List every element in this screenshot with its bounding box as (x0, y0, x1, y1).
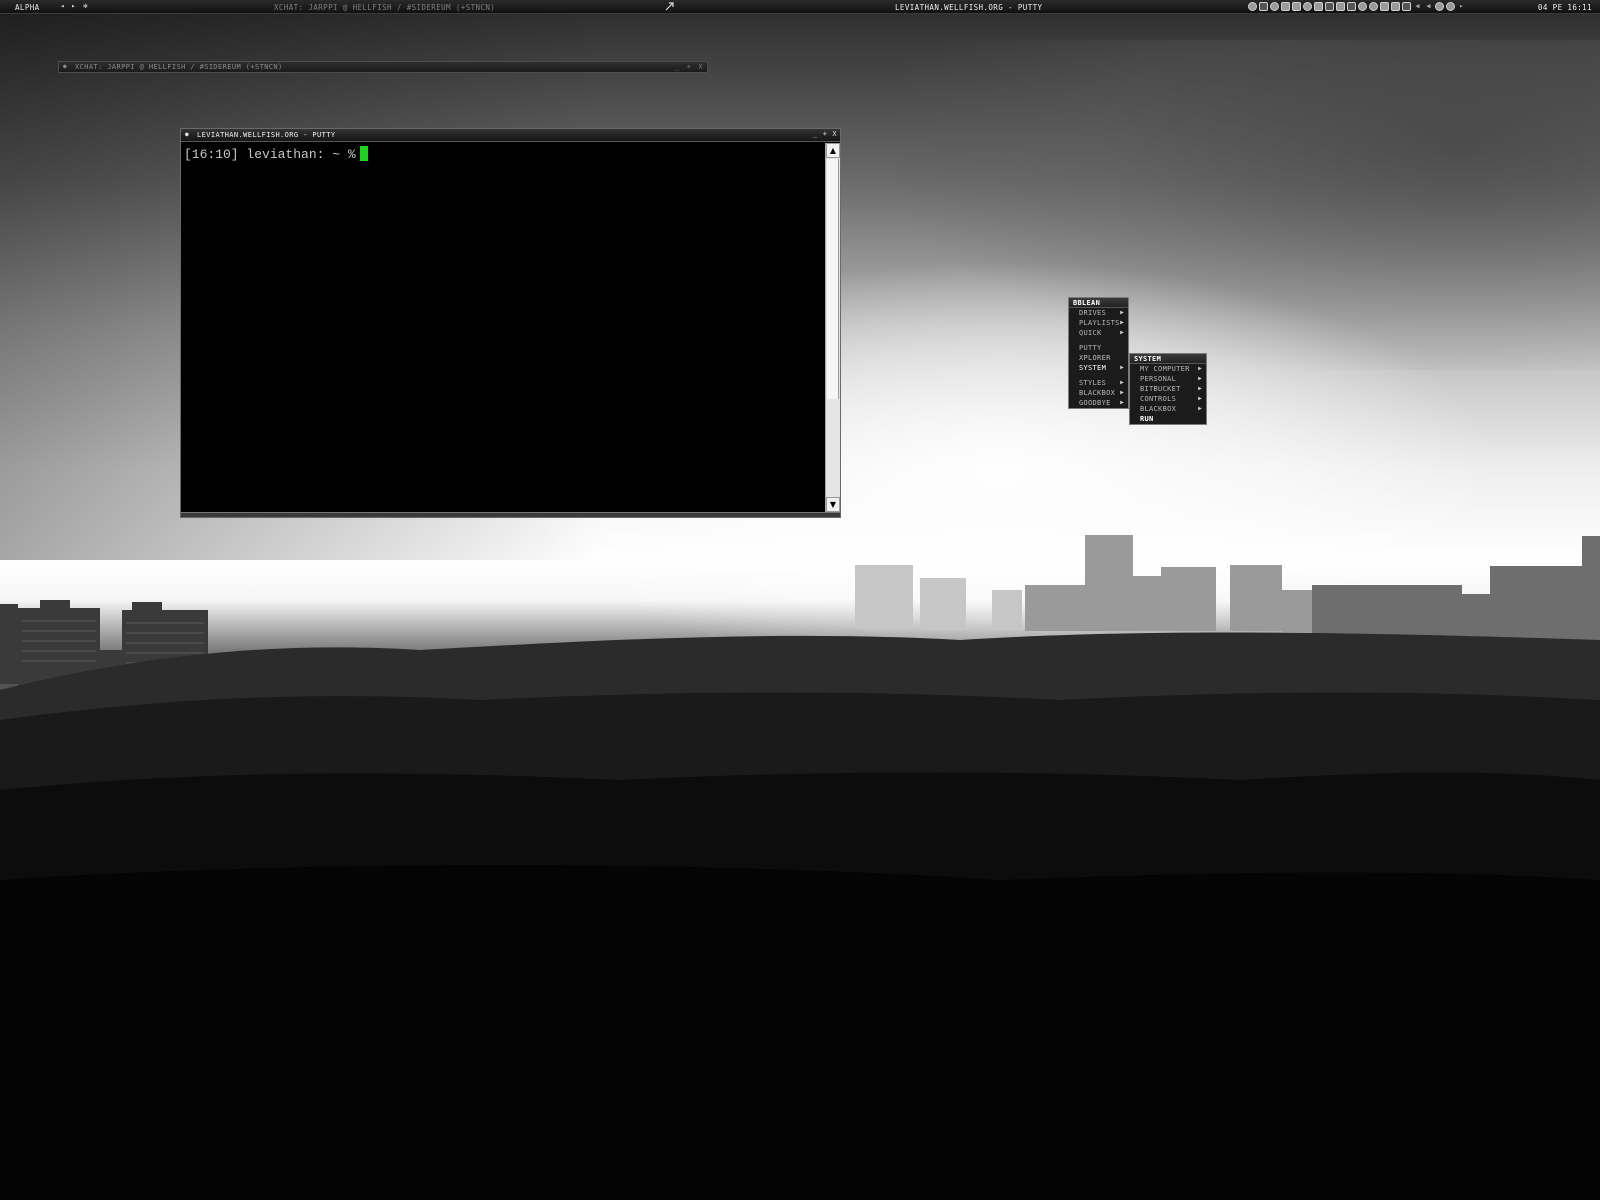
xchat-window-titlebar[interactable]: ● XChat: Jarppi @ HellFish / #sidereum (… (58, 61, 708, 73)
menu-item-system[interactable]: System ▶ (1069, 363, 1128, 373)
menu-item-goodbye[interactable]: Goodbye ▶ (1069, 398, 1128, 408)
usb-icon[interactable] (1336, 2, 1345, 11)
clock: 04 PE 16:11 (1537, 3, 1592, 12)
maximize-button[interactable]: + (687, 63, 692, 71)
play-icon[interactable]: ◀ (1424, 2, 1433, 11)
taskbar-item-putty[interactable]: leviathan.wellfish.org - PuTTY (895, 3, 1042, 12)
submenu-arrow-icon: ▶ (1198, 395, 1202, 402)
tools-icon[interactable] (1402, 2, 1411, 11)
shield-icon[interactable] (1292, 2, 1301, 11)
close-button[interactable]: x (698, 63, 703, 71)
menu-item-quick[interactable]: Quick ▶ (1069, 328, 1128, 338)
taskbar-item-xchat[interactable]: XChat: Jarppi @ HellFish / #sidereum (+s… (274, 3, 495, 12)
menu-item-label: Blackbox (1079, 389, 1116, 397)
menu-item-blackbox[interactable]: Blackbox ▶ (1069, 388, 1128, 398)
refresh-icon[interactable] (1446, 2, 1455, 11)
terminal-cursor (359, 146, 368, 161)
menu-title: bbLean (1069, 298, 1128, 308)
menu-item-bitbucket[interactable]: Bitbucket ▶ (1130, 384, 1206, 394)
chat-icon[interactable] (1270, 2, 1279, 11)
minimize-button[interactable]: _ (813, 130, 818, 138)
menu-item-personal[interactable]: Personal ▶ (1130, 374, 1206, 384)
menu-item-my-computer[interactable]: My Computer ▶ (1130, 364, 1206, 374)
menu-item-label: Drives (1079, 309, 1107, 317)
workspace-label[interactable]: Alpha (15, 3, 40, 12)
pin-icon[interactable] (664, 1, 675, 12)
menu-item-label: PuTTY (1079, 344, 1102, 352)
volume-icon[interactable] (1325, 2, 1334, 11)
dropper-icon[interactable] (1435, 2, 1444, 11)
menu-item-drives[interactable]: Drives ▶ (1069, 308, 1128, 318)
menu-item-label: Playlists (1079, 319, 1120, 327)
menu-item-label: Run (1140, 415, 1154, 423)
bblean-menu: bbLean Drives ▶ Playlists ▶ Quick ▶ PuTTY x… (1068, 297, 1129, 409)
menu-item-controls[interactable]: Controls ▶ (1130, 394, 1206, 404)
scroll-down-button[interactable]: ▼ (826, 497, 840, 512)
power-icon[interactable] (1259, 2, 1268, 11)
submenu-arrow-icon: ▶ (1120, 364, 1124, 371)
user-icon[interactable] (1314, 2, 1323, 11)
submenu-title: System (1130, 354, 1206, 364)
menu-item-label: Goodbye (1079, 399, 1111, 407)
display-icon[interactable] (1347, 2, 1356, 11)
menu-item-playlists[interactable]: Playlists ▶ (1069, 318, 1128, 328)
submenu-arrow-icon: ▶ (1198, 405, 1202, 412)
putty-titlebar[interactable]: ● leviathan.wellfish.org - PuTTY _ + x (181, 129, 840, 142)
shell-prompt: [16:10] leviathan: ~ % (184, 147, 356, 162)
submenu-arrow-icon: ▶ (1120, 329, 1124, 336)
menu-item-label: Bitbucket (1140, 385, 1181, 393)
menu-item-blackbox[interactable]: Blackbox ▶ (1130, 404, 1206, 414)
antivirus-icon[interactable] (1303, 2, 1312, 11)
close-button[interactable]: x (832, 130, 837, 138)
system-tray: ◀ ◀ ▸ (1248, 2, 1466, 12)
next-workspace-icon[interactable]: ▸ (69, 2, 78, 11)
submenu-arrow-icon: ▶ (1198, 375, 1202, 382)
menu-item-run[interactable]: Run (1130, 414, 1206, 424)
copy-icon[interactable] (1380, 2, 1389, 11)
search-icon[interactable] (1358, 2, 1367, 11)
window-menu-icon[interactable]: ● (185, 131, 189, 138)
minimize-button[interactable]: _ (675, 63, 680, 71)
menu-item-label: Controls (1140, 395, 1177, 403)
menu-item-label: Styles (1079, 379, 1107, 387)
menu-item-label: System (1079, 364, 1107, 372)
submenu-arrow-icon: ▶ (1198, 365, 1202, 372)
menu-item-label: Personal (1140, 375, 1177, 383)
submenu-arrow-icon: ▶ (1120, 389, 1124, 396)
menu-item-label: Blackbox (1140, 405, 1177, 413)
window-menu-icon[interactable]: ● (63, 63, 67, 70)
submenu-arrow-icon: ▶ (1120, 399, 1124, 406)
submenu-arrow-icon: ▶ (1120, 319, 1124, 326)
vertical-scrollbar[interactable]: ▲ ▼ (825, 143, 840, 512)
window-title: XChat: Jarppi @ HellFish / #sidereum (+s… (75, 63, 283, 71)
menu-item-label: My Computer (1140, 365, 1190, 373)
maximize-button[interactable]: + (823, 130, 828, 138)
prev-workspace-icon[interactable]: ◂ (58, 2, 67, 11)
menu-item-label: Quick (1079, 329, 1102, 337)
menu-item-xplorer[interactable]: xplorer (1069, 353, 1128, 363)
window-title: leviathan.wellfish.org - PuTTY (197, 131, 336, 139)
system-submenu: System My Computer ▶ Personal ▶ Bitbucket ▶… (1129, 353, 1207, 425)
scrollbar-thumb[interactable] (827, 159, 839, 399)
menu-item-label: xplorer (1079, 354, 1111, 362)
monitor-icon[interactable] (1391, 2, 1400, 11)
scroll-up-button[interactable]: ▲ (826, 143, 840, 158)
globe-icon[interactable] (1369, 2, 1378, 11)
submenu-arrow-icon: ▶ (1198, 385, 1202, 392)
window-icon[interactable] (1281, 2, 1290, 11)
top-toolbar: Alpha ◂ ▸ ✻ XChat: Jarppi @ HellFish / #… (0, 0, 1600, 14)
submenu-arrow-icon: ▶ (1120, 309, 1124, 316)
back-arrow-icon[interactable]: ◀ (1413, 2, 1422, 11)
window-bottom-handle[interactable] (181, 512, 840, 517)
settings-icon[interactable]: ✻ (81, 2, 90, 11)
menu-item-styles[interactable]: Styles ▶ (1069, 378, 1128, 388)
submenu-arrow-icon: ▶ (1120, 379, 1124, 386)
next-arrow-icon[interactable]: ▸ (1457, 2, 1466, 11)
terminal-area[interactable]: [16:10] leviathan: ~ % (181, 143, 825, 512)
menu-item-putty[interactable]: PuTTY (1069, 343, 1128, 353)
putty-window: ● leviathan.wellfish.org - PuTTY _ + x [… (180, 128, 841, 518)
network-icon[interactable] (1248, 2, 1257, 11)
